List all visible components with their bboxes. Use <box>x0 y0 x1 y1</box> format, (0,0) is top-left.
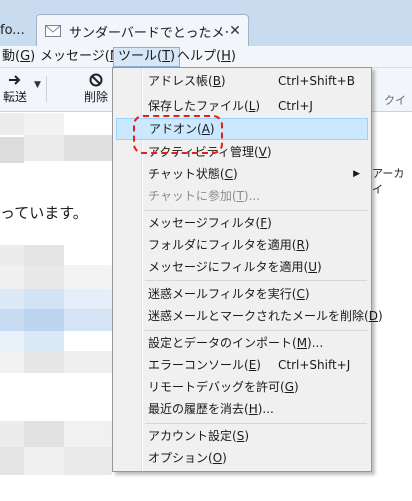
pixelated-block <box>24 309 64 331</box>
shortcut-label: Ctrl+Shift+B <box>278 74 355 88</box>
pixelated-block <box>64 309 112 331</box>
pixelated-block <box>0 331 24 351</box>
pixelated-block <box>24 245 64 265</box>
menu-item-chat-status[interactable]: チャット状態(C) ▶ <box>116 163 368 185</box>
dropdown-arrow-icon[interactable]: ▼ <box>34 80 41 90</box>
menu-tools[interactable]: ツール(T) <box>113 47 181 67</box>
pixelated-block <box>24 421 64 447</box>
archive-button[interactable]: アーカイ <box>372 165 412 197</box>
pixelated-block <box>64 135 112 161</box>
menu-item-apply-filters-message[interactable]: メッセージにフィルタを適用(U) <box>116 256 368 278</box>
menu-item-address-book[interactable]: アドレス帳(B) Ctrl+Shift+B <box>116 70 368 92</box>
menu-item-import[interactable]: 設定とデータのインポート(M)... <box>116 332 368 354</box>
menu-item-run-junk-filter[interactable]: 迷惑メールフィルタを実行(C) <box>116 283 368 305</box>
menu-item-account-settings[interactable]: アカウント設定(S) <box>116 425 368 447</box>
message-body-text: っています。 <box>0 204 88 222</box>
menu-item-options[interactable]: オプション(O) <box>116 447 368 469</box>
menu-item-join-chat: チャットに参加(T)... <box>148 189 261 203</box>
pixelated-block <box>64 351 112 373</box>
pixelated-block <box>24 289 64 309</box>
pixelated-block <box>24 351 64 373</box>
menu-item-delete-junk[interactable]: 迷惑メールとマークされたメールを削除(D) <box>116 305 383 327</box>
shortcut-label: Ctrl+Shift+J <box>278 358 351 372</box>
pixelated-block <box>0 309 24 331</box>
delete-label: 削除 <box>83 90 108 104</box>
shortcut-label: Ctrl+J <box>278 99 313 113</box>
menu-separator <box>145 280 367 281</box>
menu-separator <box>145 330 367 331</box>
pixelated-block <box>64 447 112 475</box>
pixelated-block <box>24 331 64 351</box>
pixelated-block <box>0 113 24 135</box>
menu-item-saved-files[interactable]: 保存したファイル(L) Ctrl+J <box>116 95 368 117</box>
tab-previous[interactable]: fo... <box>0 14 36 46</box>
forward-button[interactable]: 転送 <box>0 72 30 105</box>
menu-item-remote-debug[interactable]: リモートデバッグを許可(G) <box>116 376 368 398</box>
pixelated-block <box>24 265 64 289</box>
delete-icon <box>89 73 103 87</box>
menu-item-message-filters[interactable]: メッセージフィルタ(F) <box>116 212 368 234</box>
pixelated-block <box>24 447 64 475</box>
menubar: 動(G) メッセージ(M) ツール(T) ヘルプ(H) <box>0 46 412 68</box>
pixelated-block <box>0 289 24 309</box>
menu-item-apply-filters-folder[interactable]: フォルダにフィルタを適用(R) <box>116 234 368 256</box>
pixelated-block <box>0 265 24 289</box>
menu-separator <box>145 423 367 424</box>
pixelated-block <box>64 421 112 447</box>
pixelated-block <box>24 135 64 161</box>
pixelated-block <box>0 447 24 475</box>
menu-go[interactable]: 動(G) <box>0 47 39 67</box>
pixelated-block <box>0 245 24 265</box>
menu-separator <box>145 210 367 211</box>
highlight-callout <box>133 115 223 154</box>
tab-active[interactable]: サンダーバードでとったメール ... ✕ <box>36 14 249 47</box>
menu-item-clear-history[interactable]: 最近の履歴を消去(H)... <box>116 398 368 420</box>
submenu-arrow-icon: ▶ <box>353 169 360 179</box>
pixelated-block <box>64 289 112 309</box>
pixelated-block <box>0 351 24 373</box>
delete-button[interactable]: 削除 <box>80 72 112 105</box>
close-icon[interactable]: ✕ <box>228 23 242 39</box>
pixelated-block <box>24 113 64 135</box>
forward-label: 転送 <box>2 90 27 104</box>
tab-title: サンダーバードでとったメール ... <box>69 25 228 41</box>
mail-icon <box>45 25 61 37</box>
menu-item-error-console[interactable]: エラーコンソール(E) Ctrl+Shift+J <box>116 354 368 376</box>
toolbar-separator <box>46 76 47 102</box>
pixelated-block <box>64 265 112 289</box>
forward-arrow-icon <box>9 75 21 85</box>
pixelated-block <box>0 421 24 447</box>
menu-help[interactable]: ヘルプ(H) <box>173 47 240 67</box>
pixelated-block <box>0 137 24 163</box>
tab-strip: fo... サンダーバードでとったメール ... ✕ <box>0 0 412 47</box>
